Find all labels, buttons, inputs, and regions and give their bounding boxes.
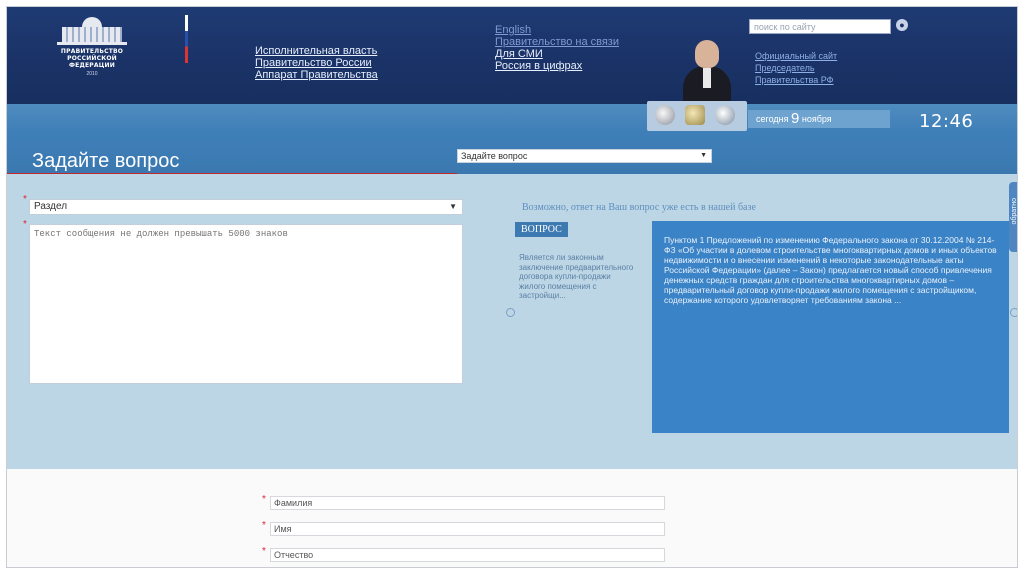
link-official-site[interactable]: Официальный сайт (755, 50, 837, 62)
carousel-next-button[interactable] (1010, 308, 1017, 317)
link-government-online[interactable]: Правительство на связи (495, 36, 619, 48)
required-marker: * (262, 546, 266, 557)
logo-line: ПРАВИТЕЛЬСТВО (60, 48, 124, 55)
logo-text: ПРАВИТЕЛЬСТВО РОССИЙСКОЙ ФЕДЕРАЦИИ (47, 48, 137, 69)
primary-nav: Исполнительная власть Правительство Росс… (255, 45, 378, 81)
page-title: Задайте вопрос (32, 150, 180, 172)
document-icon[interactable] (685, 105, 705, 125)
search-input[interactable]: поиск по сайту (749, 19, 891, 34)
required-marker: * (23, 194, 27, 205)
government-logo[interactable]: ПРАВИТЕЛЬСТВО РОССИЙСКОЙ ФЕДЕРАЦИИ 2010 (47, 17, 137, 92)
required-marker: * (262, 494, 266, 505)
link-russia-in-numbers[interactable]: Россия в цифрах (495, 60, 619, 72)
secondary-nav: English Правительство на связи Для СМИ Р… (495, 24, 619, 72)
side-tab-label: обратно (1011, 198, 1018, 225)
question-badge: ВОПРОС (515, 222, 568, 237)
message-textarea[interactable] (29, 224, 463, 384)
required-marker: * (23, 219, 27, 230)
link-chairman[interactable]: Председатель (755, 62, 837, 74)
date-display: сегодня 9 ноября (748, 110, 890, 128)
side-tab[interactable]: обратно (1009, 182, 1018, 252)
chevron-down-icon: ▼ (700, 152, 707, 159)
logo-line: ФЕДЕРАЦИИ (69, 62, 115, 69)
date-day: 9 (791, 110, 800, 127)
date-month: ноября (801, 114, 832, 124)
chairman-links: Официальный сайт Председатель Правительс… (755, 50, 837, 86)
suggestion-heading: Возможно, ответ на Ваш вопрос уже есть в… (522, 202, 756, 213)
date-prefix: сегодня (756, 114, 789, 124)
globe-icon[interactable] (655, 105, 675, 125)
section-select-value: Раздел (34, 201, 68, 212)
chevron-down-icon: ▼ (449, 202, 457, 211)
patronymic-field[interactable] (270, 548, 665, 562)
link-english[interactable]: English (495, 24, 619, 36)
service-icons (647, 101, 747, 131)
surname-row: * (262, 494, 665, 510)
site-header: ПРАВИТЕЛЬСТВО РОССИЙСКОЙ ФЕДЕРАЦИИ 2010 … (7, 7, 1017, 104)
search-icon: ● (899, 20, 905, 30)
russian-flag-icon (185, 15, 188, 63)
carousel-prev-button[interactable] (506, 308, 515, 317)
link-government-of-russia[interactable]: Правительство России (255, 57, 378, 69)
link-government-staff[interactable]: Аппарат Правительства (255, 69, 378, 81)
name-field[interactable] (270, 522, 665, 536)
personal-data-form: * * * (7, 469, 1017, 567)
logo-year: 2010 (86, 71, 98, 77)
name-row: * (262, 520, 665, 536)
question-form-area: * Раздел ▼ * Возможно, ответ на Ваш вопр… (7, 174, 1018, 469)
phone-icon[interactable] (715, 105, 735, 125)
search-button[interactable]: ● (896, 19, 908, 31)
link-chairman-government[interactable]: Правительства РФ (755, 74, 837, 86)
logo-line: РОССИЙСКОЙ (67, 55, 117, 62)
page-frame: ПРАВИТЕЛЬСТВО РОССИЙСКОЙ ФЕДЕРАЦИИ 2010 … (6, 6, 1018, 568)
clock: 12:46 (919, 111, 974, 132)
topic-select-value: Задайте вопрос (461, 151, 528, 161)
question-preview[interactable]: Является ли законным заключение предвари… (519, 253, 639, 301)
chairman-portrait[interactable] (683, 40, 731, 102)
section-select[interactable]: Раздел ▼ (29, 199, 463, 215)
required-marker: * (262, 520, 266, 531)
link-executive-power[interactable]: Исполнительная власть (255, 45, 378, 57)
answer-preview[interactable]: Пунктом 1 Предложений по изменению Федер… (652, 221, 1009, 433)
surname-field[interactable] (270, 496, 665, 510)
patronymic-row: * (262, 546, 665, 562)
link-for-media[interactable]: Для СМИ (495, 48, 619, 60)
white-house-emblem-icon (57, 17, 127, 45)
topic-select[interactable]: Задайте вопрос ▼ (457, 149, 712, 163)
